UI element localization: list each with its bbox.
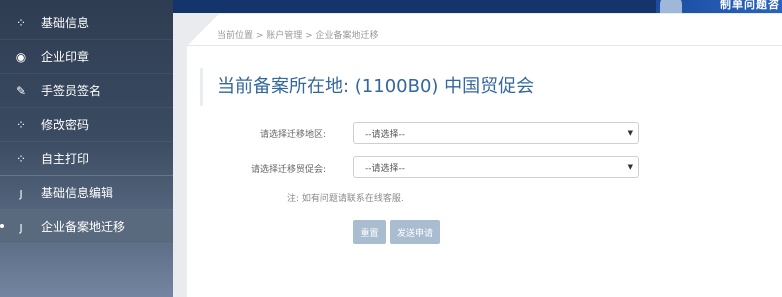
fork-icon: ȷ [19,219,23,234]
sidebar-item-label: 自主打印 [41,152,90,166]
help-note: 注: 如有问题请联系在线客服. [287,194,404,204]
divider [187,45,782,46]
spinner-icon: ⁘ [15,15,27,30]
fork-icon: ȷ [19,185,23,200]
spinner-icon: ⁘ [15,151,27,166]
sidebar-item-basic-info[interactable]: ⁘ 基础信息 [0,6,173,40]
sidebar-item-label: 企业印章 [41,50,90,64]
submit-request-button[interactable]: 发送申请 [390,220,440,244]
pencil-icon: ✎ [15,83,27,98]
caret-down-icon: ▼ [627,163,633,171]
page-title: 当前备案所在地: (1100B0) 中国贸促会 [217,76,535,97]
breadcrumb: 当前位置 > 账户管理 > 企业备案地迁移 [217,31,379,41]
sidebar-nav: ⁘ 基础信息 ◉ 企业印章 ✎ 手签员签名 ⁘ 修改密码 ⁘ 自主打印 ȷ 基础… [0,6,173,244]
council-label: 请选择迁移贸促会: [250,165,326,175]
reset-button[interactable]: 重置 [353,220,386,244]
sidebar-item-edit-basic-info[interactable]: ȷ 基础信息编辑 [0,176,173,210]
sidebar: ⁘ 基础信息 ◉ 企业印章 ✎ 手签员签名 ⁘ 修改密码 ⁘ 自主打印 ȷ 基础… [0,0,173,297]
sidebar-item-label: 基础信息 [41,16,90,30]
council-select-value: --请选择-- [365,163,405,174]
sidebar-item-self-print[interactable]: ⁘ 自主打印 [0,142,173,176]
page-fold-corner [187,14,219,46]
sidebar-item-change-password[interactable]: ⁘ 修改密码 [0,108,173,142]
sidebar-item-company-seal[interactable]: ◉ 企业印章 [0,40,173,74]
region-select-value: --请选择-- [365,129,405,140]
sidebar-item-label: 手签员签名 [41,84,102,98]
sidebar-item-label: 企业备案地迁移 [41,220,126,234]
sidebar-item-label: 基础信息编辑 [41,186,114,200]
sidebar-item-filing-migration[interactable]: ȷ 企业备案地迁移 [0,210,173,244]
sidebar-item-label: 修改密码 [41,118,90,132]
council-select[interactable]: --请选择-- ▼ [353,156,639,178]
sidebar-item-signer-signature[interactable]: ✎ 手签员签名 [0,74,173,108]
region-select[interactable]: --请选择-- ▼ [353,122,639,144]
banner-text: 制单问题咨 [720,0,780,11]
caret-down-icon: ▼ [627,129,633,137]
user-circle-icon: ◉ [15,49,27,64]
help-banner[interactable]: 制单问题咨 [656,0,782,13]
spinner-icon: ⁘ [15,117,27,132]
region-label: 请选择迁移地区: [259,130,326,140]
title-accent-bar [200,68,203,106]
person-icon [660,0,682,13]
